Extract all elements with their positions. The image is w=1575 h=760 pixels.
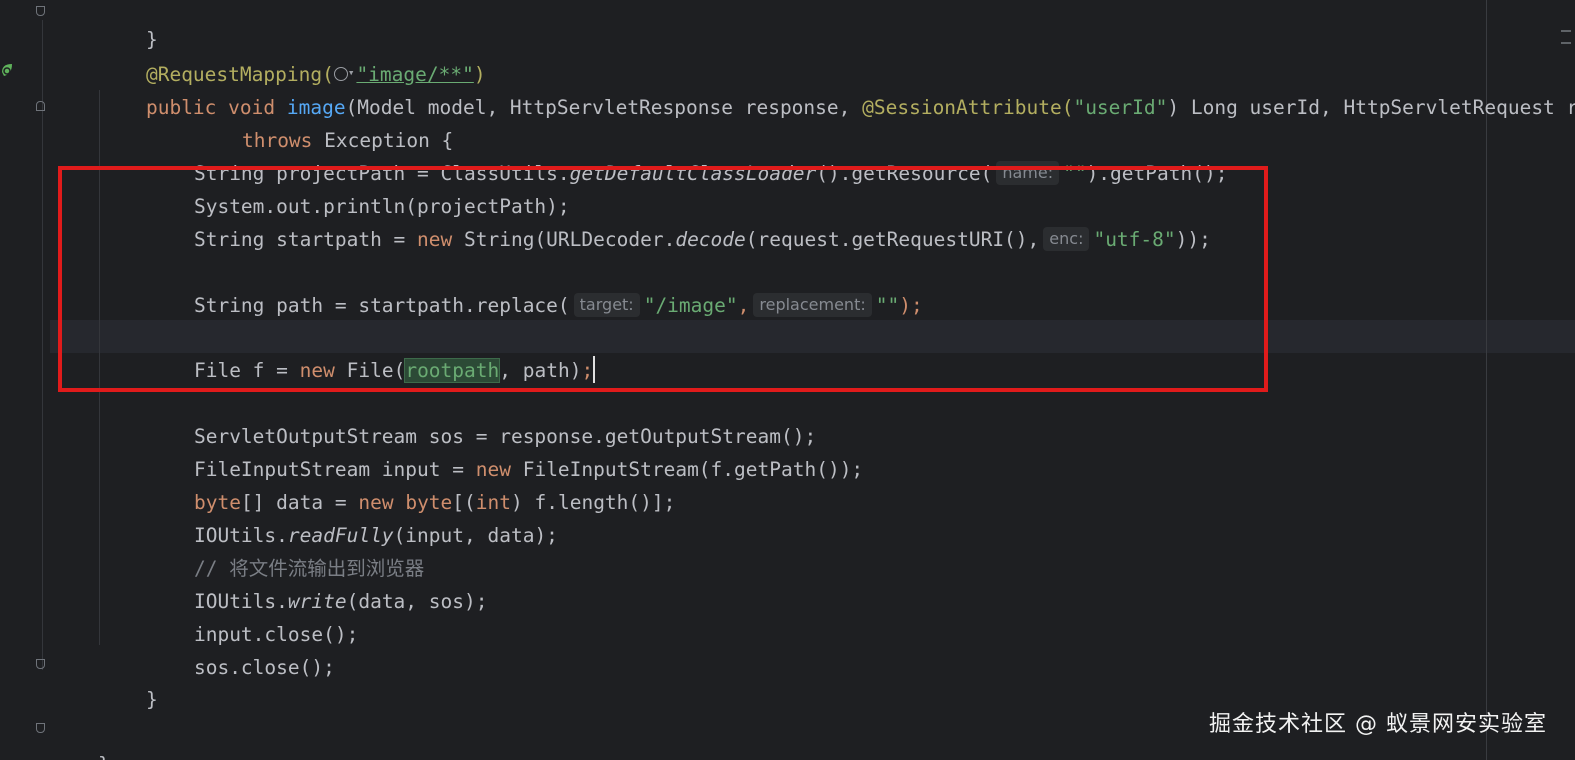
code-line[interactable]: input.close(); [147, 585, 358, 646]
fold-start-icon[interactable] [36, 101, 45, 111]
code-line-annotation[interactable]: @RequestMapping(▾ "image/**") [99, 25, 486, 86]
indent-guide [42, 20, 43, 670]
brace: } [145, 688, 158, 711]
fold-end-icon[interactable] [36, 723, 45, 733]
code-line[interactable]: } [51, 715, 110, 760]
fold-end-icon[interactable] [36, 6, 45, 16]
code-line[interactable]: IOUtils.readFully(input, data); [147, 486, 558, 547]
fold-end-icon[interactable] [36, 659, 45, 669]
code-text: sos.close(); [193, 656, 335, 679]
code-line[interactable]: sos.close(); [147, 618, 335, 679]
annotation: @SessionAttribute( [862, 96, 1074, 119]
watermark-text: 掘金技术社区 @ 蚁景网安实验室 [1209, 712, 1547, 737]
code-line[interactable]: String projectPath = ClassUtils.getDefau… [147, 124, 1227, 185]
code-line-method-signature[interactable]: public void image(Model model, HttpServl… [99, 58, 1575, 119]
code-line[interactable]: } [99, 650, 158, 711]
code-line[interactable]: byte[] data = new byte[(int) f.length()]… [147, 453, 675, 514]
code-line[interactable]: FileInputStream input = new FileInputStr… [147, 420, 863, 481]
code-line-comment[interactable]: // 将文件流输出到浏览器 [147, 519, 424, 580]
spring-bean-icon[interactable] [0, 62, 14, 80]
red-highlight-box [58, 166, 1268, 392]
string-literal: "userId" [1073, 96, 1168, 119]
code-line-throws[interactable]: throws Exception { [195, 91, 453, 152]
code-line[interactable]: IOUtils.write(data, sos); [147, 552, 488, 613]
brace: } [98, 753, 110, 760]
scrollbar-marker[interactable] [1561, 30, 1571, 32]
scrollbar-marker[interactable] [1561, 42, 1571, 44]
code-text: (data, sos); [346, 590, 488, 613]
code-editor[interactable]: } @RequestMapping(▾ "image/**") public vo… [0, 0, 1575, 760]
code-line[interactable]: } [99, 0, 158, 51]
code-text: ) Long userId, HttpServletRequest re [1167, 96, 1575, 119]
